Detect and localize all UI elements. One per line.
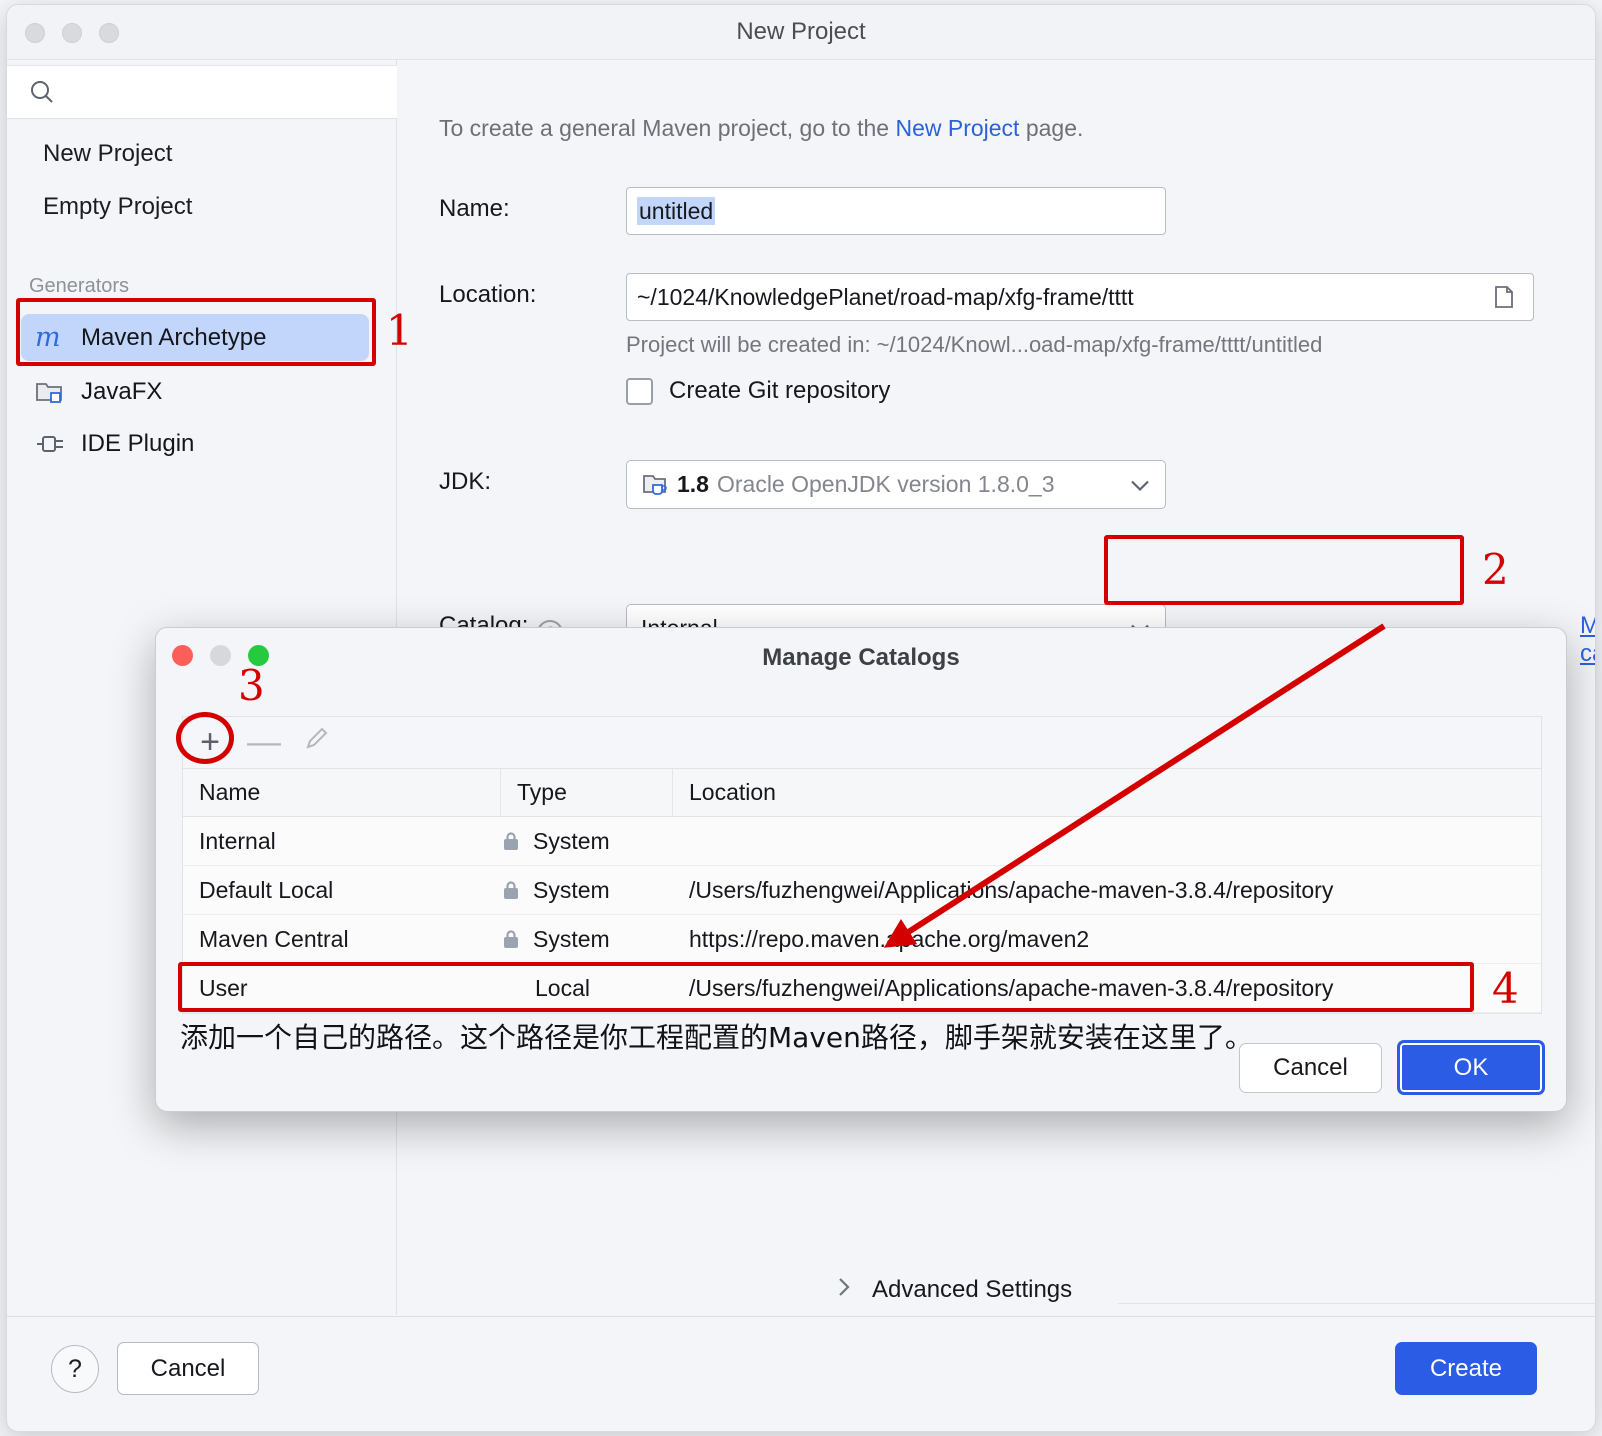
maven-hint-text: To create a general Maven project, go to… <box>439 115 1083 142</box>
table-row[interactable]: Internal System <box>183 817 1541 866</box>
name-input[interactable]: untitled <box>626 187 1166 235</box>
new-project-link[interactable]: New Project <box>895 115 1019 141</box>
manage-catalogs-dialog: Manage Catalogs + — Name Type Location I… <box>155 627 1567 1112</box>
catalog-type: Local <box>535 974 590 1001</box>
table-row[interactable]: Default Local System /Users/fuzhengwei/A… <box>183 866 1541 915</box>
catalog-type: System <box>533 876 610 903</box>
jdk-label: JDK: <box>439 468 492 495</box>
advanced-settings-toggle[interactable]: Advanced Settings <box>836 1276 1072 1304</box>
sidebar-item-empty-project[interactable]: Empty Project <box>43 193 192 221</box>
footer-bar: ? Cancel Create <box>7 1316 1595 1431</box>
jdk-version: 1.8 <box>677 471 709 497</box>
catalog-type: System <box>533 925 610 952</box>
catalog-name: User <box>199 974 248 1001</box>
chevron-right-icon <box>836 1276 852 1304</box>
table-header-row: Name Type Location <box>183 769 1541 817</box>
advanced-settings-label: Advanced Settings <box>872 1276 1073 1303</box>
location-note: Project will be created in: ~/1024/Knowl… <box>626 332 1323 357</box>
catalog-name: Default Local <box>199 876 334 903</box>
catalog-location: /Users/fuzhengwei/Applications/apache-ma… <box>689 876 1334 903</box>
sidebar-item-label: IDE Plugin <box>81 429 195 457</box>
screenshot-root: New Project New Project Empty Project Ge… <box>0 0 1602 1436</box>
catalog-type-cell: System <box>501 828 673 855</box>
plugin-icon <box>35 432 79 456</box>
create-button[interactable]: Create <box>1395 1342 1537 1395</box>
sidebar-search[interactable] <box>7 65 397 119</box>
catalogs-table: Name Type Location Internal System Defau… <box>182 768 1542 1014</box>
help-button[interactable]: ? <box>51 1345 99 1393</box>
jdk-description: Oracle OpenJDK version 1.8.0_3 <box>716 471 1055 497</box>
column-header-type: Type <box>501 769 673 816</box>
catalog-location: /Users/fuzhengwei/Applications/apache-ma… <box>689 974 1334 1001</box>
catalog-location: https://repo.maven.apache.org/maven2 <box>689 925 1090 952</box>
location-label: Location: <box>439 281 537 308</box>
browse-folder-icon[interactable] <box>1491 284 1517 316</box>
cancel-button[interactable]: Cancel <box>117 1342 259 1395</box>
catalog-type-cell: System <box>501 926 673 953</box>
catalog-type-cell: Local <box>501 975 673 1002</box>
sidebar-item-javafx[interactable]: JavaFX <box>21 368 369 415</box>
git-repo-label: Create Git repository <box>669 377 891 404</box>
remove-catalog-icon[interactable]: — <box>237 723 291 762</box>
dialog-title: Manage Catalogs <box>762 644 960 671</box>
sidebar-group-generators: Generators <box>29 275 130 297</box>
dialog-ok-button[interactable]: OK <box>1397 1040 1545 1095</box>
hint-prefix: To create a general Maven project, go to… <box>439 115 896 141</box>
hint-suffix: page. <box>1019 115 1084 141</box>
name-label: Name: <box>439 195 510 222</box>
table-row[interactable]: User Local /Users/fuzhengwei/Application… <box>183 964 1541 1013</box>
window-title: New Project <box>736 18 866 45</box>
javafx-icon <box>35 379 79 405</box>
name-input-value: untitled <box>637 196 716 225</box>
column-header-name: Name <box>183 769 501 816</box>
maven-m-icon: m <box>35 322 61 353</box>
catalog-name: Maven Central <box>199 925 349 952</box>
lock-icon <box>501 880 521 901</box>
dialog-cancel-button[interactable]: Cancel <box>1239 1043 1382 1093</box>
annotation-note-text: 添加一个自己的路径。这个路径是你工程配置的Maven路径，脚手架就安装在这里了。 <box>180 1021 1253 1054</box>
advanced-settings-divider <box>1118 1303 1595 1304</box>
location-input[interactable]: ~/1024/KnowledgePlanet/road-map/xfg-fram… <box>626 273 1534 321</box>
location-input-value: ~/1024/KnowledgePlanet/road-map/xfg-fram… <box>637 283 1134 310</box>
sidebar-item-maven-archetype[interactable]: m Maven Archetype <box>21 314 369 361</box>
jdk-icon <box>641 472 669 498</box>
table-row[interactable]: Maven Central System https://repo.maven.… <box>183 915 1541 964</box>
manage-catalogs-link[interactable]: Manage catalogs... <box>1580 612 1595 668</box>
dialog-toolbar: + — <box>182 716 1542 768</box>
column-header-location: Location <box>689 779 776 805</box>
catalog-name: Internal <box>199 827 276 854</box>
search-input[interactable] <box>65 79 397 105</box>
edit-catalog-icon[interactable] <box>291 723 345 762</box>
catalog-type-cell: System <box>501 877 673 904</box>
sidebar-item-label: Maven Archetype <box>81 323 267 351</box>
search-icon <box>29 79 55 105</box>
window-titlebar: New Project <box>7 5 1595 60</box>
git-repo-checkbox-row[interactable]: Create Git repository <box>626 377 890 405</box>
lock-icon <box>501 831 521 852</box>
lock-icon <box>501 929 521 950</box>
chevron-down-icon[interactable] <box>1129 471 1151 498</box>
sidebar-item-new-project[interactable]: New Project <box>43 140 172 168</box>
jdk-dropdown[interactable]: 1.8 Oracle OpenJDK version 1.8.0_3 <box>626 460 1166 509</box>
git-repo-checkbox[interactable] <box>626 377 653 405</box>
add-catalog-icon[interactable]: + <box>183 723 237 762</box>
sidebar-item-ide-plugin[interactable]: IDE Plugin <box>21 420 369 467</box>
catalog-type: System <box>533 827 610 854</box>
sidebar-item-label: JavaFX <box>81 377 163 405</box>
